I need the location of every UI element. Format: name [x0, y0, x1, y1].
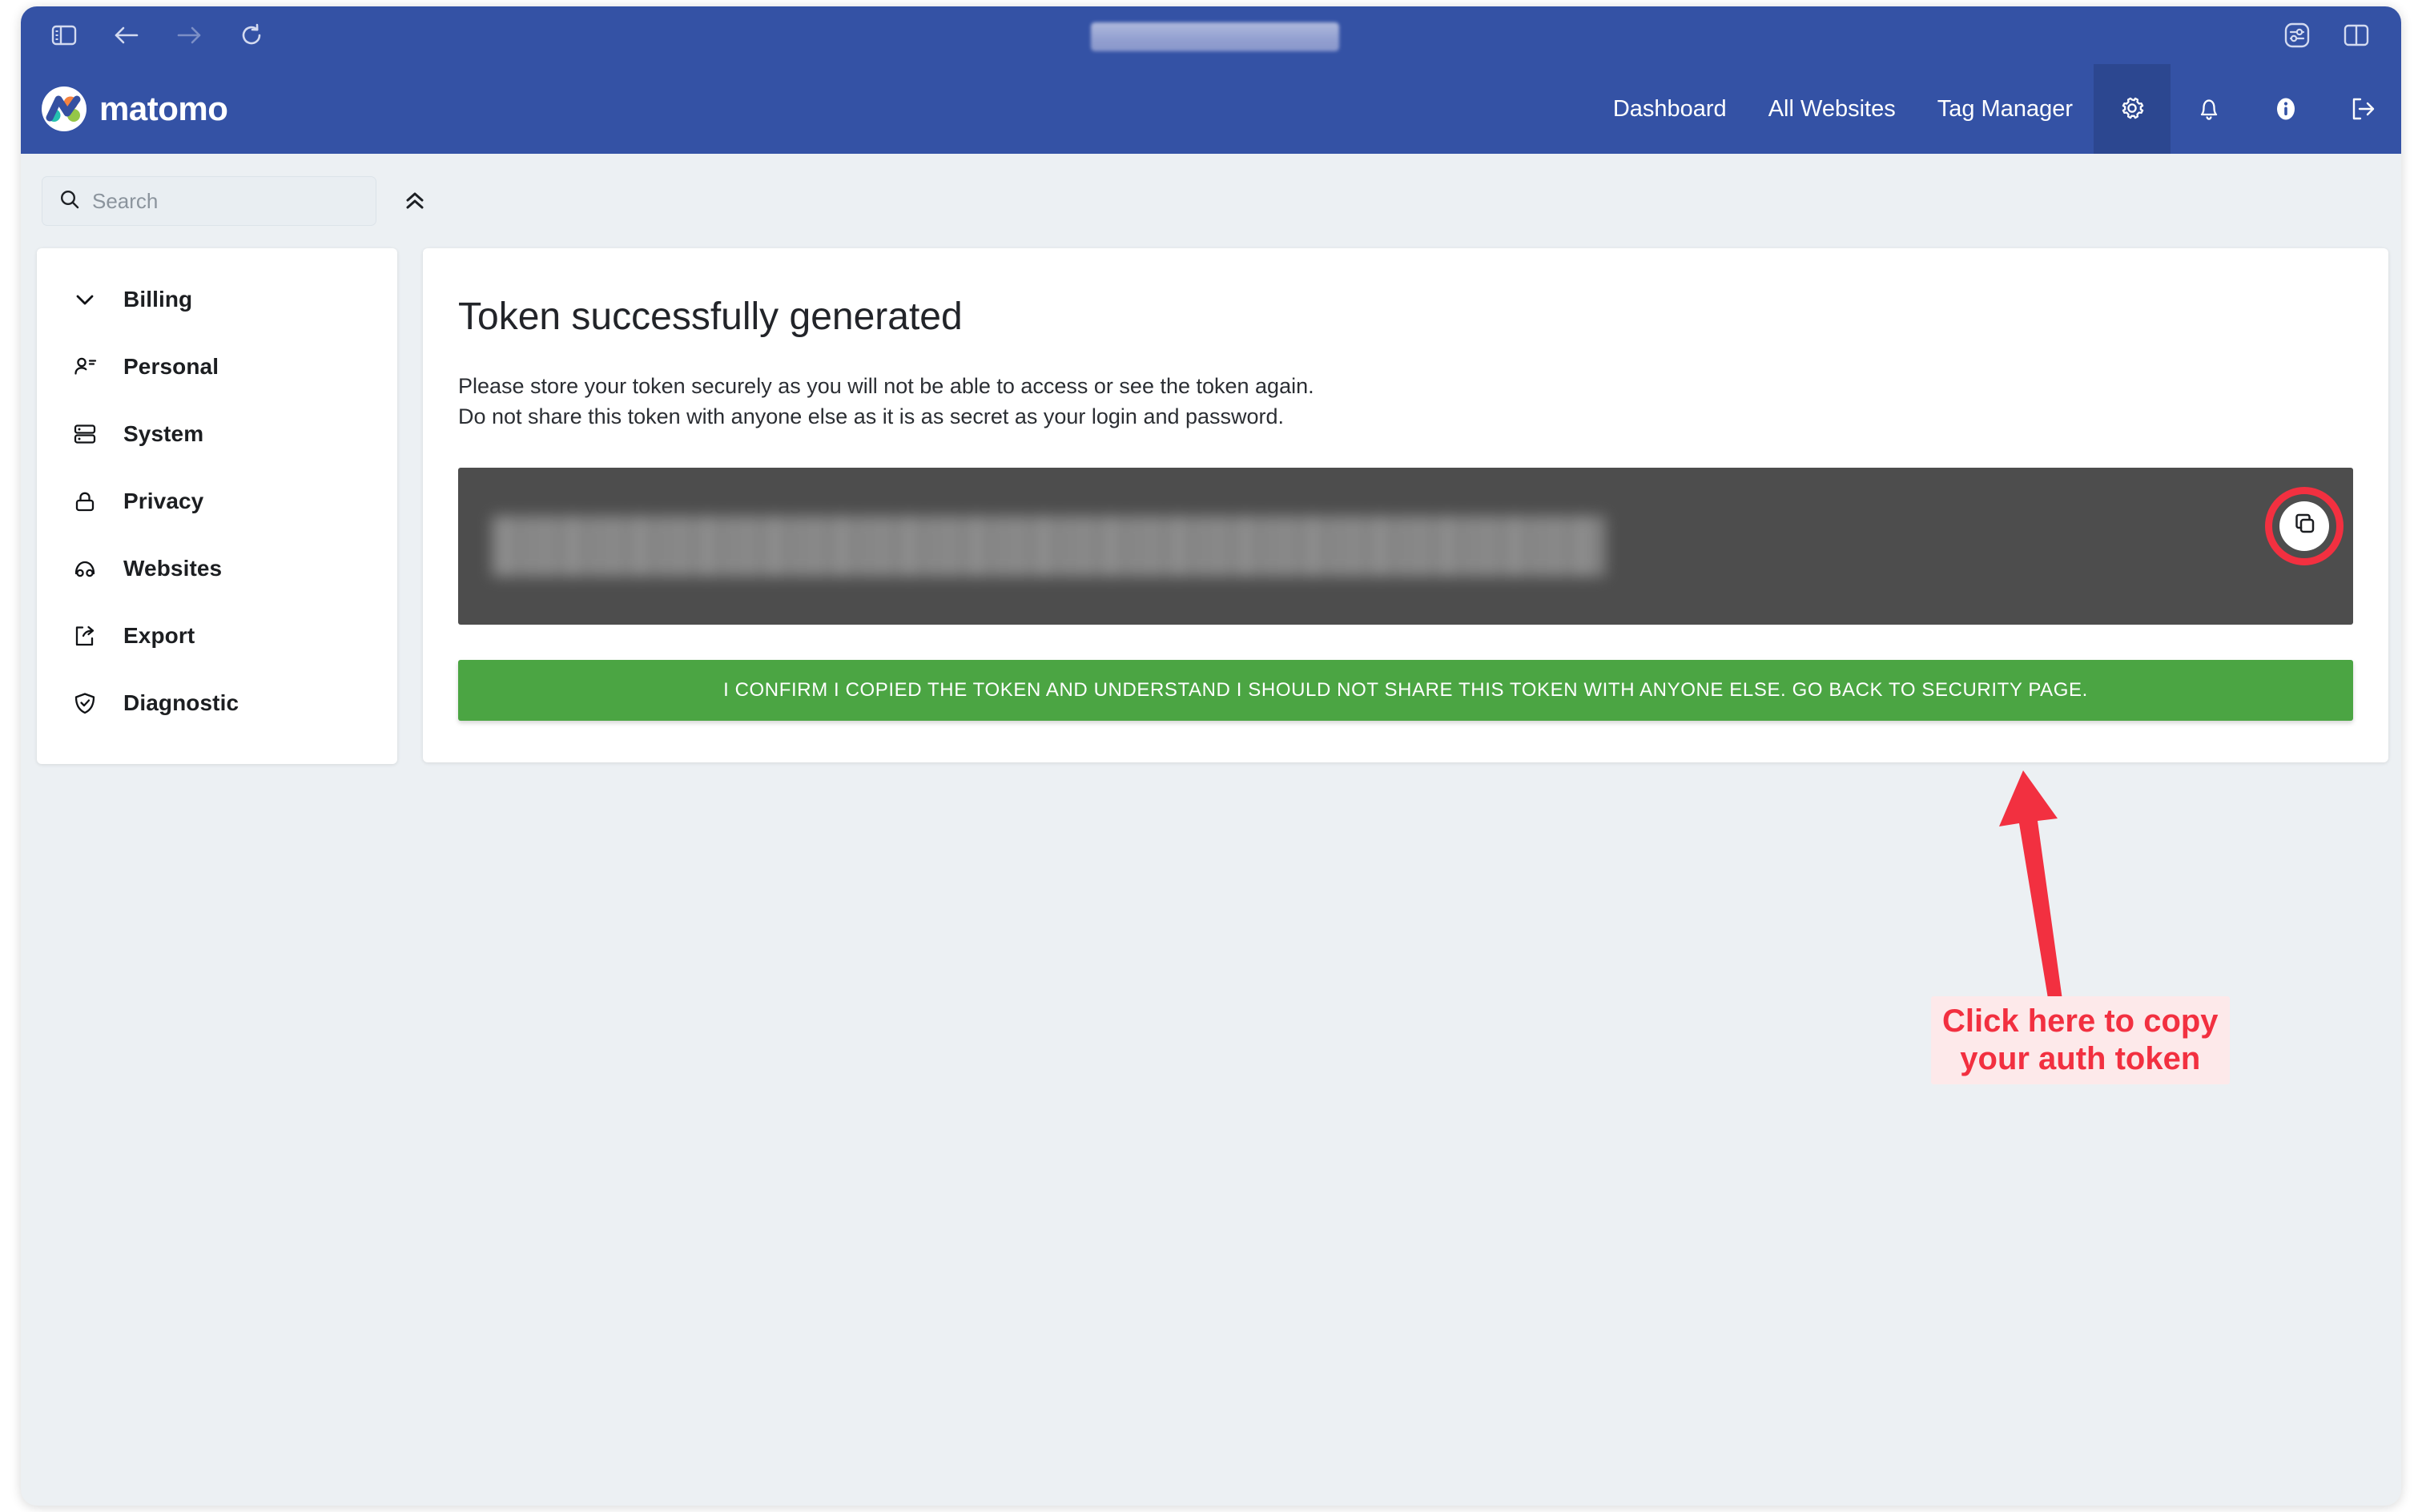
token-warning-line-1: Please store your token securely as you … — [458, 374, 1314, 398]
bell-icon[interactable] — [2171, 64, 2247, 154]
page-settings-icon[interactable] — [2275, 13, 2319, 58]
chevrons-up-icon[interactable] — [397, 183, 432, 219]
token-display-box — [458, 467, 2353, 625]
copy-icon — [2291, 510, 2318, 541]
sidebar-item-label: Personal — [123, 354, 219, 379]
app-body: Billing Personal — [21, 154, 2401, 1506]
copy-token-button[interactable] — [2279, 501, 2329, 551]
export-icon — [70, 621, 99, 650]
forward-icon[interactable] — [167, 13, 211, 58]
nav-item-all-websites[interactable]: All Websites — [1748, 64, 1917, 154]
back-icon[interactable] — [104, 13, 149, 58]
server-icon — [70, 420, 99, 448]
sidebar-item-export[interactable]: Export — [37, 602, 397, 670]
lock-icon — [70, 487, 99, 516]
nav-item-tag-manager[interactable]: Tag Manager — [1917, 64, 2094, 154]
token-warning-line-2: Do not share this token with anyone else… — [458, 404, 1285, 429]
chevron-down-icon — [70, 285, 99, 314]
browser-window: matomo Dashboard All Websites Tag Manage… — [21, 6, 2401, 1506]
page-title: Token successfully generated — [458, 296, 963, 338]
search-input[interactable] — [92, 188, 356, 214]
logout-icon[interactable] — [2324, 64, 2401, 154]
sidebar-item-label: Diagnostic — [123, 690, 239, 715]
user-list-icon — [70, 352, 99, 381]
info-icon[interactable] — [2247, 64, 2324, 154]
sidebar-toggle-icon[interactable] — [42, 13, 86, 58]
sidebar-item-label: Privacy — [123, 489, 204, 513]
confirm-copied-token-button[interactable]: I CONFIRM I COPIED THE TOKEN AND UNDERST… — [458, 659, 2353, 721]
sidebar-item-billing[interactable]: Billing — [37, 266, 397, 333]
sidebar-item-label: Websites — [123, 556, 223, 581]
annotation-arrow — [1975, 762, 2167, 1027]
search-box[interactable] — [42, 176, 376, 226]
matomo-wordmark: matomo — [99, 90, 228, 127]
annotation-label: Click here to copy your auth token — [1931, 996, 2230, 1085]
matomo-logo[interactable]: matomo — [42, 86, 228, 131]
browser-toolbar-right — [2275, 6, 2379, 64]
token-value[interactable] — [492, 515, 1605, 577]
sidebar-item-diagnostic[interactable]: Diagnostic — [37, 670, 397, 737]
sidebar-item-privacy[interactable]: Privacy — [37, 468, 397, 535]
sidebar-item-label: Export — [123, 623, 195, 648]
sidebar-item-websites[interactable]: Websites — [37, 535, 397, 602]
reload-icon[interactable] — [229, 13, 274, 58]
search-row — [42, 176, 432, 226]
url-bar[interactable] — [1091, 22, 1339, 51]
app-nav: Dashboard All Websites Tag Manager — [1592, 64, 2401, 154]
browser-toolbar — [21, 6, 2401, 64]
globe-arc-icon — [70, 554, 99, 583]
split-view-icon[interactable] — [2334, 13, 2379, 58]
matomo-logo-mark — [42, 86, 86, 131]
app-header: matomo Dashboard All Websites Tag Manage… — [21, 64, 2401, 154]
nav-item-dashboard[interactable]: Dashboard — [1592, 64, 1748, 154]
sidebar-item-label: Billing — [123, 287, 193, 312]
shield-check-icon — [70, 689, 99, 718]
sidebar-nav: Billing Personal System Privacy Websites… — [37, 248, 397, 764]
main-content-card: Token successfully generated Please stor… — [423, 248, 2388, 762]
search-icon — [58, 188, 81, 215]
gear-icon[interactable] — [2094, 64, 2171, 154]
sidebar-item-label: System — [123, 421, 204, 446]
sidebar-item-personal[interactable]: Personal — [37, 333, 397, 400]
sidebar-item-system[interactable]: System — [37, 400, 397, 468]
